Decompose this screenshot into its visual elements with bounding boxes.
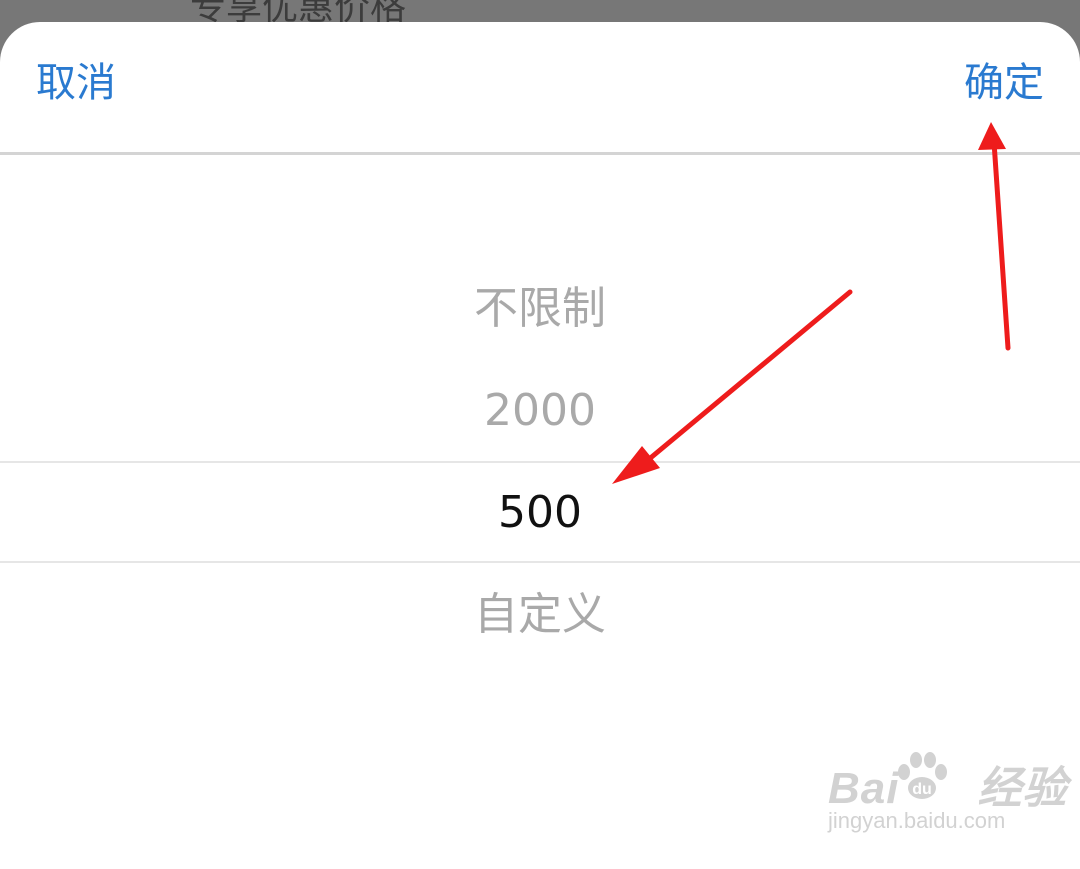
picker-option-2000[interactable]: 2000 — [0, 360, 1080, 462]
svg-text:du: du — [912, 781, 932, 798]
paw-icon: du — [898, 752, 947, 799]
cancel-button[interactable]: 取消 — [36, 58, 116, 108]
baidu-jingyan-watermark: Bai 经验 du jingyan.baidu.com — [828, 752, 1066, 847]
toolbar-divider — [0, 152, 1080, 155]
watermark-url: jingyan.baidu.com — [828, 808, 1006, 833]
picker-option-custom[interactable]: 自定义 — [0, 564, 1080, 666]
price-limit-picker[interactable]: 不限制 2000 500 自定义 — [0, 254, 1080, 674]
picker-toolbar: 取消 确定 — [0, 22, 1080, 155]
picker-option-unlimited[interactable]: 不限制 — [0, 258, 1080, 360]
picker-option-500-selected[interactable]: 500 — [0, 462, 1080, 564]
confirm-button[interactable]: 确定 — [964, 58, 1044, 108]
picker-sheet: 取消 确定 不限制 2000 500 自定义 — [0, 22, 1080, 869]
